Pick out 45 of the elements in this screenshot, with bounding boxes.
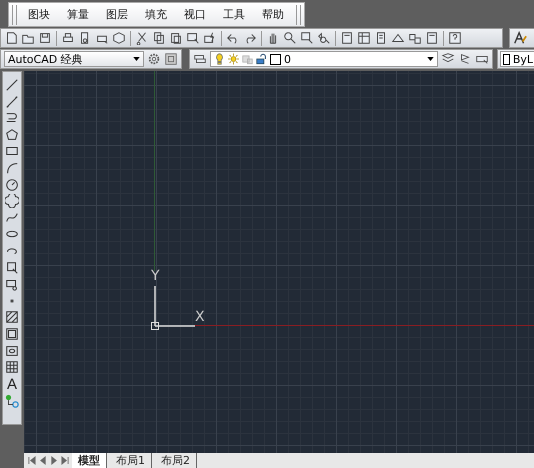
save-icon[interactable] [38,31,52,45]
first-tab-icon[interactable] [28,456,36,465]
text-tool-button[interactable]: A [6,376,17,392]
paste-icon[interactable] [169,31,183,45]
menu-item[interactable]: 图层 [98,7,137,22]
line-icon[interactable] [5,78,19,92]
zoom-realtime-icon[interactable] [283,31,297,45]
drawing-canvas[interactable]: Y X [24,71,534,453]
layout-tab[interactable]: 布局2 [155,453,197,468]
arc-icon[interactable] [5,160,19,175]
next-tab-icon[interactable] [50,456,58,465]
caret-icon [427,57,434,61]
printer-icon[interactable] [61,31,75,45]
zoom-window-icon[interactable] [300,31,314,45]
last-tab-icon[interactable] [61,456,69,465]
menu-item[interactable]: 工具 [215,7,254,22]
toolbar-grip[interactable] [296,4,301,24]
menu-item[interactable]: 图块 [20,7,59,22]
menu-item[interactable]: 帮助 [254,7,293,22]
menu-item[interactable]: 视口 [176,7,215,22]
menu-item[interactable]: 算量 [59,7,98,22]
caret-icon [133,57,140,61]
sun-icon [228,53,239,65]
hatch-icon[interactable] [5,310,19,324]
previous-tab-icon[interactable] [39,456,47,465]
table-icon[interactable] [5,360,19,374]
toolbar-grip[interactable] [12,4,17,24]
y-axis-label: Y [151,269,160,283]
layer-dropdown[interactable]: 0 [210,51,438,67]
text-style-icon[interactable] [513,31,527,45]
polygon-icon[interactable] [5,128,19,142]
workspace-dropdown[interactable]: AutoCAD 经典 [4,51,144,67]
color-dropdown[interactable]: ByL [500,51,534,67]
menu-item[interactable]: 填充 [137,7,176,22]
layout-tab[interactable]: 布局1 [110,453,152,468]
color-swatch [503,54,510,64]
help-icon[interactable] [448,31,462,45]
cut-icon[interactable] [135,31,149,45]
gear-icon[interactable] [147,52,161,66]
color-swatch [270,54,281,64]
x-axis-label: X [195,310,205,324]
layout-tab[interactable]: 模型 [72,453,107,468]
copy-icon[interactable] [152,31,166,45]
new-file-icon[interactable] [4,31,18,45]
viewport-freeze-icon [242,53,253,65]
